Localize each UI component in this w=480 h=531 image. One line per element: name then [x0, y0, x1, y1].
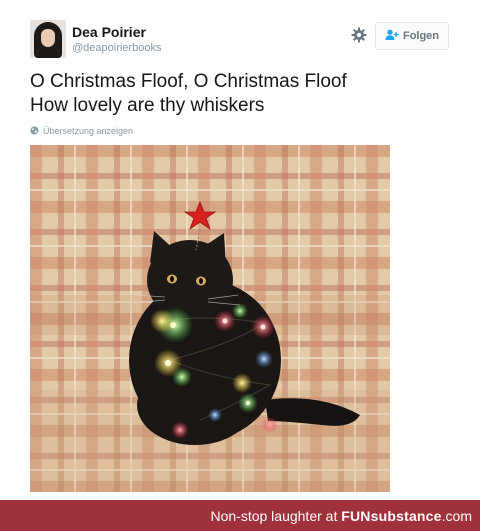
translate-label: Übersetzung anzeigen: [43, 126, 134, 136]
avatar-face: [41, 29, 55, 47]
display-name[interactable]: Dea Poirier: [72, 24, 161, 40]
tweet-text: O Christmas Floof, O Christmas Floof How…: [30, 70, 450, 118]
follow-label: Folgen: [402, 30, 440, 42]
translate-link[interactable]: Übersetzung anzeigen: [30, 124, 133, 138]
avatar[interactable]: [30, 20, 66, 58]
globe-icon: [30, 125, 39, 137]
tweet-text-line: O Christmas Floof, O Christmas Floof: [30, 71, 347, 92]
tweet-header: Dea Poirier @deapoirierbooks Folgen: [30, 20, 450, 62]
brand-name[interactable]: FUNsubstance: [341, 508, 441, 524]
footer-caption-text: Non-stop laughter at: [210, 508, 338, 524]
follow-button[interactable]: Folgen: [375, 22, 449, 50]
tweet-card: Dea Poirier @deapoirierbooks Folgen O Ch…: [0, 0, 480, 500]
tweet-photo[interactable]: [30, 145, 390, 492]
site-footer: Non-stop laughter at FUNsubstance.com: [0, 500, 480, 531]
gear-icon[interactable]: [350, 26, 368, 44]
brand-domain: .com: [441, 508, 472, 524]
author-block: Dea Poirier @deapoirierbooks: [72, 24, 161, 55]
tweet-text-line: How lovely are thy whiskers: [30, 95, 265, 116]
user-handle[interactable]: @deapoirierbooks: [72, 41, 161, 55]
footer-caption: Non-stop laughter at FUNsubstance.com: [210, 508, 472, 524]
add-user-icon: [385, 29, 399, 44]
